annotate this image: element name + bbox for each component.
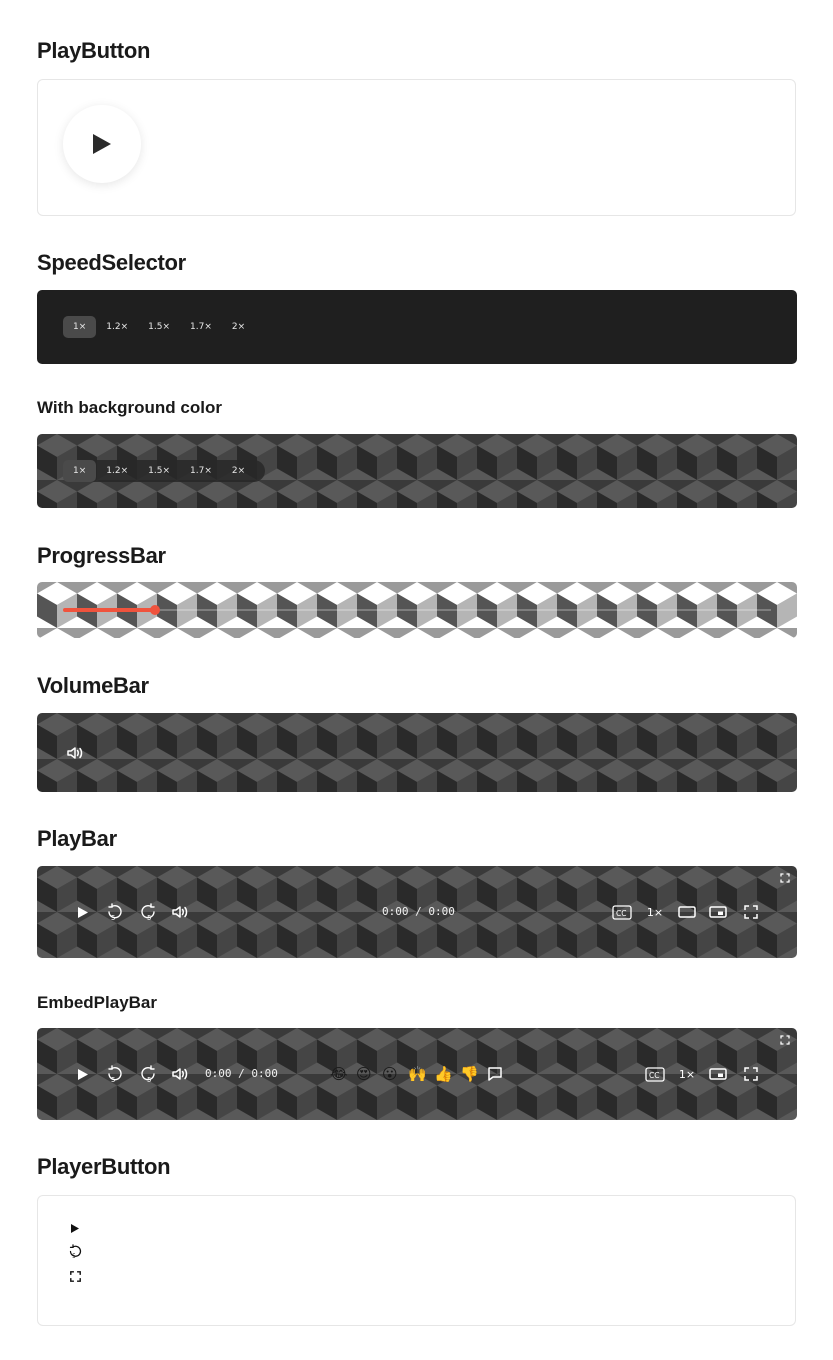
volume-icon bbox=[172, 1068, 188, 1080]
playbutton-demo-card bbox=[37, 79, 796, 216]
section-title-playerbutton: PlayerButton bbox=[37, 1154, 171, 1179]
forward-5-button[interactable]: 5 bbox=[138, 902, 158, 922]
speedselector-demo: 1× 1.2× 1.5× 1.7× 2× bbox=[37, 290, 797, 364]
pip-button[interactable] bbox=[708, 1065, 728, 1083]
fullscreen-button[interactable] bbox=[742, 903, 760, 921]
subsection-title-embedplaybar: EmbedPlayBar bbox=[37, 993, 157, 1012]
picture-in-picture-icon bbox=[709, 1068, 727, 1080]
speed-option-2x[interactable]: 2× bbox=[222, 460, 255, 482]
progress-fill bbox=[63, 608, 155, 612]
theater-mode-icon bbox=[678, 906, 696, 918]
play-button[interactable] bbox=[75, 903, 91, 921]
reaction-button-wow[interactable]: 😮 bbox=[382, 1065, 398, 1083]
speed-selector: 1× 1.2× 1.5× 1.7× 2× bbox=[63, 316, 255, 338]
progress-track-line bbox=[63, 609, 771, 611]
playerbutton-demo-card: 5 bbox=[37, 1195, 796, 1326]
volume-button[interactable] bbox=[65, 743, 85, 763]
speed-option-2x[interactable]: 2× bbox=[222, 316, 255, 338]
playback-rate-button[interactable]: 1× bbox=[644, 903, 666, 921]
section-title-progressbar: ProgressBar bbox=[37, 543, 166, 568]
progress-handle[interactable] bbox=[150, 605, 160, 615]
player-button-fullscreen[interactable] bbox=[68, 1269, 82, 1283]
reaction-button-thumbs-up[interactable]: 👍 bbox=[434, 1065, 453, 1083]
fullscreen-icon bbox=[744, 905, 758, 919]
playbar-demo: 5 5 0:00 / 0:00 CC 1× bbox=[37, 866, 797, 958]
speed-option-1-2x[interactable]: 1.2× bbox=[96, 460, 138, 482]
volumebar-demo bbox=[37, 713, 797, 792]
volume-button[interactable] bbox=[170, 903, 190, 921]
volume-icon bbox=[67, 747, 83, 759]
theater-mode-button[interactable] bbox=[677, 903, 697, 921]
reaction-button-thumbs-down[interactable]: 👎 bbox=[460, 1065, 479, 1083]
speed-option-1-7x[interactable]: 1.7× bbox=[180, 316, 222, 338]
expand-button[interactable] bbox=[779, 1034, 791, 1046]
svg-text:5: 5 bbox=[147, 914, 151, 921]
section-title-playbar: PlayBar bbox=[37, 826, 117, 851]
section-title-volumebar: VolumeBar bbox=[37, 673, 149, 698]
play-icon bbox=[78, 906, 88, 918]
picture-in-picture-icon bbox=[709, 906, 727, 918]
rewind-5-button[interactable]: 5 bbox=[105, 1064, 125, 1084]
fullscreen-icon bbox=[744, 1067, 758, 1081]
rewind-5-button[interactable]: 5 bbox=[105, 902, 125, 922]
captions-icon: CC bbox=[645, 1066, 665, 1082]
time-display: 0:00 / 0:00 bbox=[382, 905, 455, 918]
speed-option-1-5x[interactable]: 1.5× bbox=[138, 316, 180, 338]
rewind-5-icon: 5 bbox=[108, 1065, 122, 1083]
embedplaybar-demo: 5 5 0:00 / 0:00 😂 😍 😮 🙌 👍 👎 CC 1× bbox=[37, 1028, 797, 1120]
svg-text:CC: CC bbox=[649, 1071, 659, 1080]
volume-button[interactable] bbox=[170, 1065, 190, 1083]
reaction-button-laugh[interactable]: 😂 bbox=[330, 1065, 348, 1083]
speed-option-1-5x[interactable]: 1.5× bbox=[138, 460, 180, 482]
svg-text:5: 5 bbox=[111, 1076, 115, 1083]
comment-button[interactable] bbox=[486, 1065, 504, 1083]
playback-rate-button[interactable]: 1× bbox=[676, 1065, 698, 1083]
fullscreen-icon bbox=[780, 1035, 790, 1045]
playback-rate-label: 1× bbox=[646, 905, 664, 919]
forward-5-icon: 5 bbox=[141, 903, 155, 921]
playback-rate-label: 1× bbox=[678, 1067, 696, 1081]
svg-text:5: 5 bbox=[72, 1254, 76, 1259]
comment-icon bbox=[488, 1067, 502, 1081]
progressbar-demo bbox=[37, 582, 797, 638]
play-icon bbox=[78, 1068, 88, 1080]
captions-icon: CC bbox=[612, 904, 632, 920]
speed-option-1x[interactable]: 1× bbox=[63, 460, 97, 482]
pip-button[interactable] bbox=[708, 903, 728, 921]
subsection-title-with-background: With background color bbox=[37, 398, 222, 417]
speed-option-1-7x[interactable]: 1.7× bbox=[180, 460, 222, 482]
reaction-button-love[interactable]: 😍 bbox=[356, 1065, 372, 1083]
speed-option-1x[interactable]: 1× bbox=[63, 316, 97, 338]
forward-5-icon: 5 bbox=[141, 1065, 155, 1083]
cube-pattern-background bbox=[37, 713, 797, 792]
player-button-play[interactable] bbox=[68, 1221, 82, 1235]
svg-text:5: 5 bbox=[111, 914, 115, 921]
play-button[interactable] bbox=[75, 1065, 91, 1083]
play-icon bbox=[93, 134, 111, 154]
speedselector-bg-demo: 1× 1.2× 1.5× 1.7× 2× bbox=[37, 434, 797, 508]
captions-button[interactable]: CC bbox=[644, 1065, 666, 1083]
play-button[interactable] bbox=[63, 105, 141, 183]
player-button-rewind[interactable]: 5 bbox=[67, 1243, 83, 1259]
rewind-5-icon: 5 bbox=[108, 903, 122, 921]
fullscreen-icon bbox=[69, 1270, 81, 1282]
progress-track[interactable] bbox=[63, 605, 771, 615]
rewind-5-icon: 5 bbox=[69, 1243, 81, 1259]
speed-selector-with-bg: 1× 1.2× 1.5× 1.7× 2× bbox=[63, 460, 266, 482]
reaction-button-raised-hands[interactable]: 🙌 bbox=[408, 1065, 427, 1083]
section-title-playbutton: PlayButton bbox=[37, 38, 151, 63]
svg-text:5: 5 bbox=[147, 1076, 151, 1083]
section-title-speedselector: SpeedSelector bbox=[37, 250, 186, 275]
time-display: 0:00 / 0:00 bbox=[205, 1067, 278, 1080]
fullscreen-icon bbox=[780, 873, 790, 883]
volume-icon bbox=[172, 906, 188, 918]
speed-option-1-2x[interactable]: 1.2× bbox=[96, 316, 138, 338]
fullscreen-button[interactable] bbox=[742, 1065, 760, 1083]
captions-button[interactable]: CC bbox=[611, 903, 633, 921]
forward-5-button[interactable]: 5 bbox=[138, 1064, 158, 1084]
expand-button[interactable] bbox=[779, 872, 791, 884]
svg-text:CC: CC bbox=[616, 909, 626, 918]
play-icon bbox=[71, 1223, 79, 1233]
